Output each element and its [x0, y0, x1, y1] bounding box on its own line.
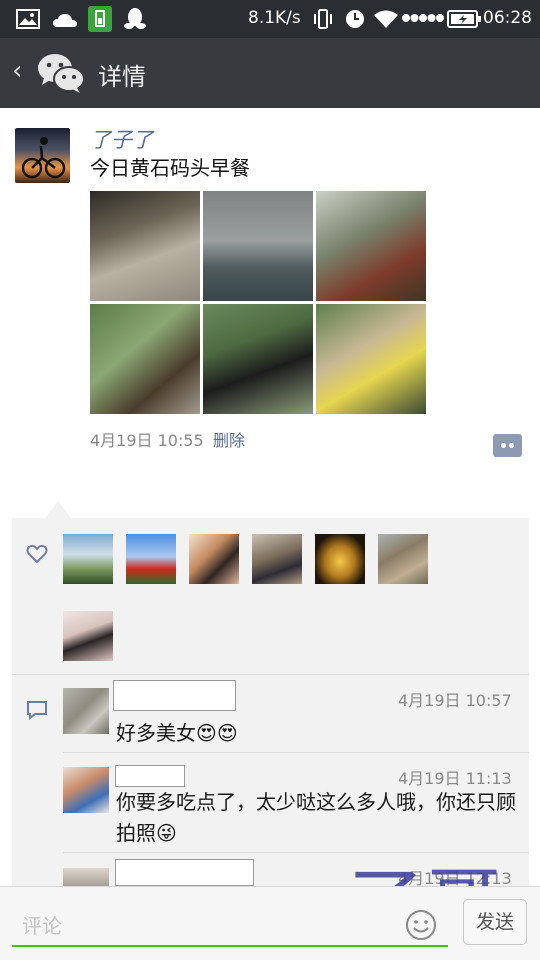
comment-username[interactable]: [115, 765, 185, 787]
vibrate-icon: [314, 9, 332, 29]
photo-grid: [90, 191, 426, 414]
post-username[interactable]: 了子了: [90, 124, 153, 154]
comment-avatar[interactable]: [63, 767, 109, 813]
comment-username[interactable]: [115, 859, 254, 886]
alarm-icon: [346, 10, 364, 28]
post-photo[interactable]: [203, 304, 313, 414]
comment-time: 4月19日 10:57: [398, 691, 512, 710]
post-photo[interactable]: [90, 191, 200, 301]
like-avatar[interactable]: [189, 534, 239, 584]
panel-pointer: [45, 501, 71, 518]
post-timestamp: 4月19日 10:55: [90, 431, 204, 450]
status-bar: 8.1K/s 06:28: [0, 0, 540, 38]
comment-text: 你要多吃点了，太少哒这么多人哦，你还只顾拍照😜: [116, 790, 516, 845]
like-avatar[interactable]: [63, 534, 113, 584]
chevron-left-icon[interactable]: ‹: [12, 56, 22, 86]
delete-link[interactable]: 删除: [213, 427, 245, 451]
comment-icon: [27, 701, 47, 720]
comment-text: 好多美女😍😍: [116, 721, 238, 745]
nav-bar: ‹ 详情: [0, 38, 540, 108]
post-photo[interactable]: [90, 304, 200, 414]
comment-menu-button[interactable]: [493, 434, 522, 457]
signal-icon: [402, 14, 444, 22]
wifi-icon: [374, 10, 398, 28]
divider: [12, 674, 529, 675]
battery-app-icon: [88, 6, 112, 32]
like-avatar[interactable]: [63, 611, 113, 661]
weather-icon: [53, 14, 77, 27]
heart-icon: [26, 544, 48, 564]
comment-input[interactable]: [12, 907, 448, 947]
comment-input-bar: 发送: [0, 886, 540, 960]
avatar[interactable]: [15, 128, 70, 183]
post-photo[interactable]: [316, 191, 426, 301]
comment-avatar[interactable]: [63, 688, 109, 734]
network-speed: 8.1K/s: [248, 8, 301, 28]
gallery-icon: [16, 9, 40, 29]
like-avatar[interactable]: [378, 534, 428, 584]
clock: 06:28: [483, 8, 532, 28]
like-avatar[interactable]: [315, 534, 365, 584]
like-avatar[interactable]: [252, 534, 302, 584]
comment-username[interactable]: [113, 680, 236, 711]
smiley-icon[interactable]: [405, 909, 437, 941]
wechat-icon: [38, 54, 85, 93]
page-title: 详情: [98, 63, 146, 91]
send-button[interactable]: 发送: [463, 899, 527, 945]
comment-time: 4月19日 11:13: [398, 769, 512, 788]
post-photo[interactable]: [316, 304, 426, 414]
qq-icon: [124, 8, 146, 29]
comment-avatar[interactable]: [63, 868, 109, 886]
divider: [63, 752, 529, 753]
post-text: 今日黄石码头早餐: [90, 156, 250, 180]
post-photo[interactable]: [203, 191, 313, 301]
battery-icon: [447, 10, 481, 28]
like-avatar[interactable]: [126, 534, 176, 584]
